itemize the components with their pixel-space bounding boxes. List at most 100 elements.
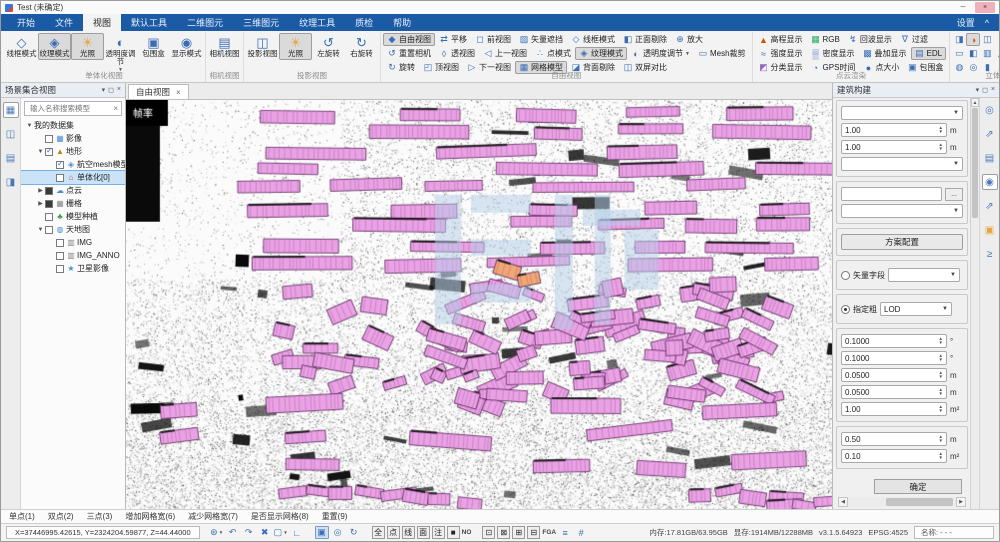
catalog-tab-icon[interactable]: ◨ (3, 174, 19, 190)
scroll-left-icon[interactable]: ◀ (838, 497, 848, 507)
layers-tab-icon[interactable]: ◫ (3, 126, 19, 142)
menu-tab-文件[interactable]: 文件 (45, 14, 83, 31)
vertical-scrollbar[interactable]: ▲ (970, 98, 979, 509)
hint-增加网格宽(6)[interactable]: 增加网格宽(6) (125, 511, 175, 522)
redo-icon[interactable]: ↷ (242, 526, 256, 539)
scroll-up-icon[interactable]: ▲ (971, 98, 979, 107)
stereo-mountain-button[interactable]: △ (994, 47, 999, 60)
path-field[interactable] (841, 187, 942, 201)
checkbox[interactable] (45, 226, 53, 234)
point-mode-button[interactable]: ∴点模式 (531, 47, 575, 60)
dropdown-field[interactable]: ▼ (841, 157, 963, 171)
confirm-icon[interactable]: ◎ (331, 526, 345, 539)
tree-item-影像[interactable]: ▦影像 (21, 132, 125, 145)
spinner-field[interactable]: 0.50▲▼ (841, 432, 947, 446)
rotate-right-button[interactable]: ↻右旋转 (345, 33, 378, 60)
search-input[interactable] (28, 103, 113, 114)
settings-icon[interactable]: ◉ (982, 174, 998, 190)
front-culling-button[interactable]: ◧正面剔除 (619, 33, 671, 46)
menu-tab-二维图元[interactable]: 二维图元 (177, 14, 233, 31)
tree-root[interactable]: ▼我的数据集 (21, 119, 125, 132)
anaglyph-button[interactable]: ◑ (966, 33, 980, 46)
density-display-button[interactable]: ▒密度显示 (807, 47, 859, 60)
echo-display-button[interactable]: ↯回波显示 (844, 33, 896, 46)
select-point-button[interactable]: 点 (387, 526, 400, 539)
hint-是否显示网格(8)[interactable]: 是否显示网格(8) (251, 511, 309, 522)
spinner-arrows-icon[interactable]: ▲▼ (939, 143, 943, 152)
images-tab-icon[interactable]: ▤ (3, 150, 19, 166)
rgb-display-button[interactable]: ▦RGB (807, 33, 844, 46)
minimize-button[interactable]: ─ (953, 2, 973, 13)
menu-tab-默认工具[interactable]: 默认工具 (121, 14, 177, 31)
swap-eyes-button[interactable]: ◧ (966, 47, 980, 60)
spinner-field[interactable]: 1.00▲▼ (841, 402, 947, 416)
rotate-left-button[interactable]: ↺左旋转 (312, 33, 345, 60)
close-button[interactable]: × (975, 2, 995, 13)
clear-search-icon[interactable]: × (113, 104, 118, 113)
filter-button[interactable]: ∇过滤 (896, 33, 932, 46)
reset-camera-button[interactable]: ↺重置相机 (383, 47, 435, 60)
display-mode-button[interactable]: ◉显示模式 (170, 33, 203, 60)
edit-vector-icon[interactable]: ⇗ (982, 126, 998, 142)
hint-双点(2)[interactable]: 双点(2) (48, 511, 74, 522)
angle-measure-icon[interactable]: ∟ (290, 526, 304, 539)
scene-tree-tab-icon[interactable]: ▦ (3, 102, 19, 118)
select-line-button[interactable]: 线 (402, 526, 415, 539)
select-anno-button[interactable]: 注 (432, 526, 445, 539)
close-tab-icon[interactable]: × (176, 88, 181, 97)
grid-icon[interactable]: # (574, 526, 588, 539)
tree-item-点云[interactable]: ▶☁点云 (21, 184, 125, 197)
tree-item-地形[interactable]: ▼▲地形 (21, 145, 125, 158)
spinner-field[interactable]: 0.1000▲▼ (841, 351, 947, 365)
spinner-field[interactable]: 0.10▲▼ (841, 449, 947, 463)
layout-2-button[interactable]: ⊠ (497, 526, 510, 539)
checkbox[interactable] (56, 174, 64, 182)
dropdown-field[interactable]: ▼ (888, 268, 960, 282)
projection-view-button[interactable]: ◫投影视图 (246, 33, 279, 60)
overlay-display-button[interactable]: ▩叠加显示 (859, 47, 911, 60)
tree-item-栅格[interactable]: ▶▦栅格 (21, 197, 125, 210)
elevation-display-button[interactable]: ▲高程显示 (755, 33, 807, 46)
hint-重置(9)[interactable]: 重置(9) (322, 511, 348, 522)
browse-button[interactable]: ... (945, 188, 963, 201)
spinner-arrows-icon[interactable]: ▲▼ (939, 452, 943, 461)
tree-item-IMG_ANNO[interactable]: ▥IMG_ANNO (21, 249, 125, 262)
spinner-field[interactable]: 1.00▲▼ (841, 123, 947, 137)
panel-float-icon[interactable]: ◻ (108, 86, 114, 94)
front-view-button[interactable]: ◻前视图 (471, 33, 515, 46)
checkbox[interactable] (56, 265, 64, 273)
layout-1-button[interactable]: ⊡ (482, 526, 495, 539)
mesh-clip-button[interactable]: ▭Mesh裁剪 (694, 47, 750, 60)
texture-mode-sm-button[interactable]: ◈纹理模式 (575, 47, 627, 60)
checkbox[interactable] (56, 161, 64, 169)
select-box-icon[interactable]: ▢▼ (274, 526, 288, 539)
delete-node-icon[interactable]: ✖ (258, 526, 272, 539)
checkbox[interactable] (56, 239, 64, 247)
tree-item-模型种植[interactable]: ♣模型种植 (21, 210, 125, 223)
panel-close-icon[interactable]: × (117, 86, 121, 94)
tree-item-航空mesh模型0.2米[interactable]: ◈航空mesh模型0.2米 (21, 158, 125, 171)
expand-arrow-icon[interactable]: ▼ (36, 149, 45, 155)
hint-单点(1)[interactable]: 单点(1) (9, 511, 35, 522)
lighting2-button[interactable]: ☀光照 (279, 33, 312, 60)
intensity-display-button[interactable]: ≈强度显示 (755, 47, 807, 60)
settings-button[interactable]: 设置 (957, 16, 975, 29)
side-by-side-button[interactable]: ◫ (980, 33, 994, 46)
menu-tab-三维图元[interactable]: 三维图元 (233, 14, 289, 31)
panel-close-icon[interactable]: × (991, 86, 995, 94)
collapse-ribbon-icon[interactable]: ^ (985, 18, 989, 28)
save-icon[interactable]: ▣ (315, 526, 329, 539)
panel-collapse-icon[interactable]: ▾ (102, 86, 106, 94)
layout-4-button[interactable]: ⊟ (527, 526, 540, 539)
spinner-arrows-icon[interactable]: ▲▼ (939, 435, 943, 444)
expand-arrow-icon[interactable]: ▼ (36, 227, 45, 233)
camera-view-button[interactable]: ▤相机视图 (208, 33, 241, 60)
spinner-arrows-icon[interactable]: ▲▼ (939, 371, 943, 380)
search-box[interactable]: × (24, 101, 122, 116)
radio-指定粗[interactable] (841, 305, 850, 314)
prev-view-button[interactable]: ◁上一视图 (479, 47, 531, 60)
measure-icon[interactable]: ⇗ (982, 198, 998, 214)
layout-3-button[interactable]: ⊞ (512, 526, 525, 539)
texture-swatch-icon[interactable]: ▣ (982, 222, 998, 238)
checkbox[interactable] (45, 148, 53, 156)
